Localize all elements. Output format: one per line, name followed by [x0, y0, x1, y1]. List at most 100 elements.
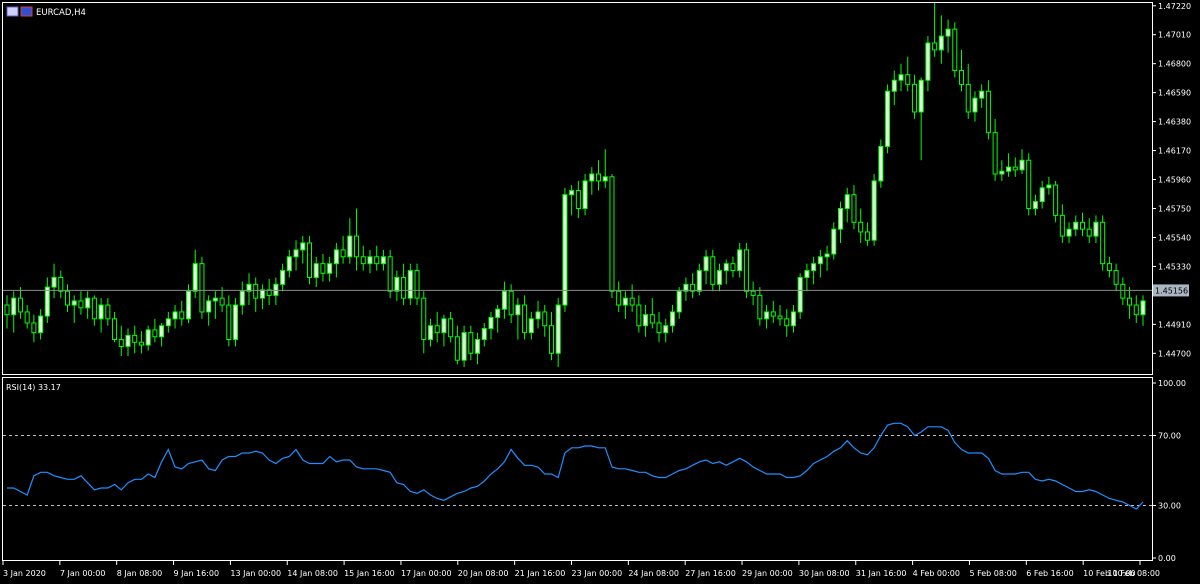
candle-body [145, 329, 151, 346]
candle [522, 295, 528, 340]
time-tick-label: 6 Feb 16:00 [1026, 569, 1073, 578]
candle-body [17, 297, 23, 313]
candle [448, 311, 454, 343]
candle [333, 242, 339, 278]
candle [1079, 212, 1086, 237]
candle-body [125, 334, 131, 347]
candle [427, 318, 433, 347]
candle-body [253, 283, 259, 299]
candle [817, 249, 823, 278]
price-tick-label: 1.45330 [1158, 262, 1191, 271]
candle [515, 298, 521, 340]
candle [367, 249, 373, 274]
candle [643, 305, 649, 337]
candle-body [831, 228, 837, 255]
candle-body [280, 270, 286, 285]
candle-body [508, 290, 514, 316]
candle [622, 291, 628, 319]
price-tick-label: 1.45750 [1158, 204, 1191, 213]
candle-body [1059, 214, 1065, 237]
candle [401, 263, 407, 306]
candle [562, 187, 568, 312]
candle [481, 322, 487, 347]
candle-body [837, 207, 844, 230]
time-tick-label: 24 Jan 08:00 [628, 569, 679, 578]
candle-body [972, 97, 978, 113]
candle [78, 291, 84, 315]
candle-body [71, 300, 77, 306]
candle [246, 273, 252, 306]
candle-body [1066, 228, 1072, 237]
candle-body [824, 253, 830, 258]
candle [999, 160, 1005, 181]
candle [394, 270, 400, 301]
candle [649, 298, 655, 329]
candle-body [340, 249, 346, 258]
candle [374, 245, 380, 271]
candle [24, 305, 30, 329]
candle-body [421, 297, 427, 341]
candle [764, 305, 770, 329]
candle [212, 291, 218, 319]
candle-body [31, 322, 37, 334]
candle [885, 84, 891, 154]
rsi-tick-label: 70.00 [1158, 432, 1181, 441]
candle-body [44, 286, 50, 317]
price-tick-label: 1.44700 [1158, 349, 1191, 358]
candle [676, 287, 682, 319]
rsi-tick-label: 100.00 [1158, 379, 1186, 388]
time-tick-label: 15 Jan 16:00 [344, 569, 395, 578]
candle [501, 281, 507, 319]
candle [985, 80, 991, 140]
candle-body [394, 276, 400, 292]
candle [938, 15, 944, 64]
candle-body [239, 290, 245, 306]
candle [273, 277, 279, 306]
rsi-label: RSI(14) 33.17 [6, 383, 61, 392]
candle [434, 311, 440, 343]
candle [1066, 222, 1072, 243]
candle-body [1100, 221, 1106, 265]
candle-body [138, 341, 144, 346]
candle-body [91, 297, 97, 320]
candle-body [864, 231, 870, 241]
candle-body [777, 315, 783, 320]
candle [98, 298, 104, 333]
candle [1133, 295, 1139, 323]
candle [226, 295, 232, 347]
candle [1026, 153, 1032, 216]
candle-body [85, 297, 91, 309]
candle-body [172, 311, 178, 320]
candle-body [804, 270, 810, 278]
candle-body [286, 256, 292, 272]
candle-body [152, 329, 158, 338]
candle-body [300, 242, 306, 251]
candle-body [676, 290, 682, 313]
candle-body [636, 304, 642, 327]
candle-body [797, 276, 803, 313]
candle-body [481, 327, 487, 341]
candle-body [98, 304, 104, 320]
candle-body [898, 74, 904, 81]
rsi-line-group [7, 422, 1144, 510]
candle-body [582, 180, 588, 209]
candle [159, 322, 165, 347]
candle [354, 208, 360, 271]
candle-body [885, 90, 891, 147]
rsi-tick-label: 0.00 [1158, 554, 1176, 563]
candle [4, 295, 10, 329]
candle [44, 277, 50, 323]
candle-body [596, 173, 602, 182]
candle-body [737, 249, 743, 272]
candle [878, 139, 884, 188]
candle [233, 298, 239, 347]
time-tick-label: 27 Jan 16:00 [685, 569, 736, 578]
candle-body [501, 290, 507, 310]
candle [461, 325, 467, 368]
candle-body [468, 332, 474, 354]
candle [797, 273, 803, 319]
candle [1106, 256, 1112, 278]
candle-body [589, 173, 595, 182]
candle-body [663, 325, 669, 334]
candle-body [233, 304, 239, 341]
